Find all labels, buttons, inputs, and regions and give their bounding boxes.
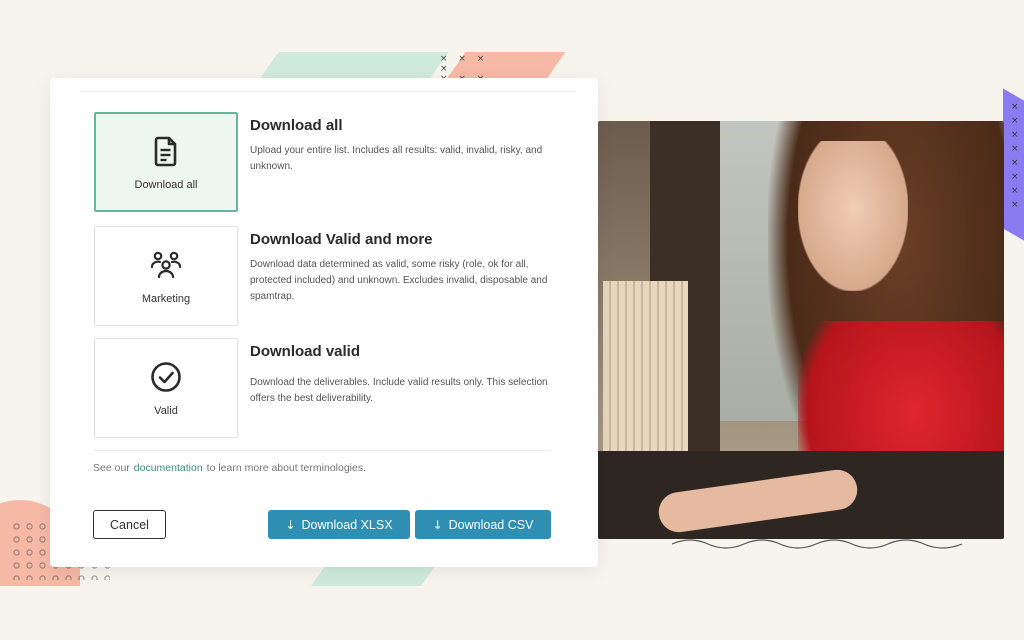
option-text: Download all Upload your entire list. In… — [250, 117, 554, 175]
option-title: Download Valid and more — [250, 231, 433, 248]
decorative-mint-stripe-bottom — [310, 566, 436, 586]
download-xlsx-button[interactable]: ↓ Download XLSX — [268, 510, 410, 539]
option-title: Download valid — [250, 343, 361, 360]
option-text: Download valid Download the deliverables… — [250, 343, 554, 407]
decorative-cross-column: × × × × × × × × — [1011, 102, 1019, 210]
option-description: Download the deliverables. Include valid… — [250, 377, 548, 404]
option-text: Download Valid and more Download data de… — [250, 231, 554, 305]
decorative-wave — [672, 539, 962, 549]
document-icon — [154, 136, 177, 167]
download-xlsx-label: Download XLSX — [301, 517, 393, 532]
footnote-prefix: See our — [93, 462, 130, 474]
option-download-valid: Valid Download valid Download the delive… — [94, 338, 554, 438]
top-divider — [80, 91, 576, 92]
card-label: Download all — [134, 179, 198, 191]
download-csv-label: Download CSV — [448, 517, 534, 532]
option-description: Upload your entire list. Includes all re… — [250, 145, 543, 172]
download-dialog: Download all Download all Upload your en… — [50, 78, 598, 567]
card-marketing[interactable]: Marketing — [94, 226, 238, 326]
option-title: Download all — [250, 117, 343, 134]
people-group-icon — [150, 251, 182, 279]
footer-divider — [94, 450, 550, 451]
woman-at-desk-photo — [598, 121, 1004, 539]
option-description: Download data determined as valid, some … — [250, 259, 548, 302]
documentation-note: See our documentation to learn more about … — [93, 462, 366, 474]
card-valid[interactable]: Valid — [94, 338, 238, 438]
option-download-valid-and-more: Marketing Download Valid and more Downlo… — [94, 226, 554, 326]
card-label: Valid — [154, 405, 178, 417]
card-label: Marketing — [141, 293, 191, 305]
footnote-suffix: to learn more about terminologies. — [206, 462, 367, 474]
download-csv-button[interactable]: ↓ Download CSV — [415, 510, 551, 539]
documentation-link[interactable]: documentation — [130, 462, 207, 474]
download-arrow-icon: ↓ — [285, 517, 296, 532]
cancel-button[interactable]: Cancel — [93, 510, 166, 539]
check-circle-icon — [151, 362, 181, 392]
download-arrow-icon: ↓ — [432, 517, 443, 532]
cancel-label: Cancel — [110, 517, 149, 532]
option-download-all: Download all Download all Upload your en… — [94, 112, 554, 212]
card-download-all[interactable]: Download all — [94, 112, 238, 212]
decorative-cross-pattern: × × × ×× × × × — [440, 54, 489, 94]
